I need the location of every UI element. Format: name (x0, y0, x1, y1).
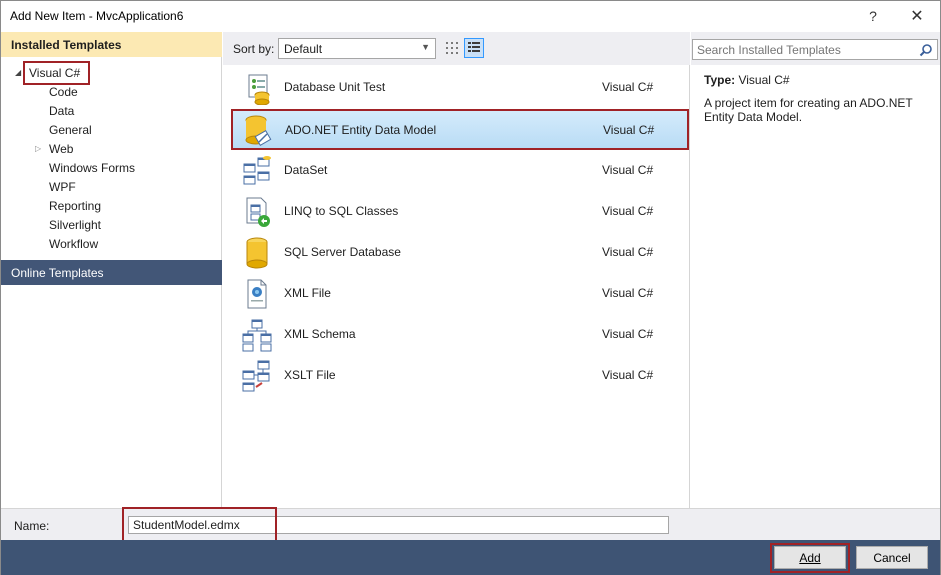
collapse-triangle-icon[interactable]: ◢ (15, 68, 21, 77)
xslt-file-icon (242, 360, 270, 392)
tree-item-label: Data (49, 104, 75, 118)
name-label: Name: (14, 519, 50, 533)
template-name: ADO.NET Entity Data Model (285, 123, 437, 137)
search-box[interactable] (692, 39, 938, 60)
template-item-sql-server-database[interactable]: SQL Server Database Visual C# (232, 233, 688, 272)
xml-file-icon (247, 279, 267, 309)
template-language: Visual C# (602, 80, 654, 94)
chevron-down-icon: ▼ (421, 42, 430, 52)
template-item-database-unit-test[interactable]: Database Unit Test Visual C# (232, 68, 688, 107)
template-name: XML File (284, 286, 331, 300)
add-button[interactable]: Add (774, 546, 846, 569)
template-language: Visual C# (602, 245, 654, 259)
template-language: Visual C# (602, 163, 654, 177)
type-label: Type: (704, 73, 736, 87)
template-details-panel: Type: Visual C# A project item for creat… (691, 65, 940, 508)
database-unit-test-icon (248, 74, 270, 105)
type-value: Visual C# (738, 73, 790, 87)
template-category-panel: Installed Templates ◢ Visual C# Code Dat… (1, 32, 222, 508)
tree-item-windows-forms[interactable]: Windows Forms (49, 161, 135, 179)
dataset-icon (243, 156, 271, 185)
tree-item-label: Workflow (49, 237, 99, 251)
tree-item-code[interactable]: Code (49, 85, 78, 103)
help-button[interactable]: ? (859, 5, 887, 27)
help-icon: ? (869, 8, 877, 24)
template-item-linq-to-sql-classes[interactable]: LINQ to SQL Classes Visual C# (232, 192, 688, 231)
expand-triangle-icon[interactable]: ▷ (35, 144, 41, 153)
xml-schema-icon (242, 319, 272, 352)
cancel-button-label: Cancel (873, 550, 911, 565)
sql-database-icon (246, 237, 268, 269)
close-icon: ✕ (910, 8, 924, 25)
search-input[interactable] (697, 42, 912, 57)
template-language: Visual C# (603, 123, 655, 137)
tree-item-label: Windows Forms (49, 161, 136, 175)
template-language: Visual C# (602, 204, 654, 218)
template-list: Database Unit Test Visual C# ADO.NET Ent… (226, 65, 690, 508)
cancel-button[interactable]: Cancel (856, 546, 928, 569)
title-bar: Add New Item - MvcApplication6 ? ✕ (1, 1, 940, 32)
medium-icons-view-button[interactable] (464, 38, 484, 58)
template-language: Visual C# (602, 368, 654, 382)
linq-to-sql-icon (246, 197, 270, 227)
add-new-item-dialog: Add New Item - MvcApplication6 ? ✕ Insta… (0, 0, 941, 575)
tree-item-label: Web (49, 142, 74, 156)
tree-item-workflow[interactable]: Workflow (49, 237, 98, 255)
template-name: XML Schema (284, 327, 356, 341)
sort-by-label: Sort by: (233, 42, 275, 56)
installed-templates-label: Installed Templates (11, 38, 122, 52)
sort-by-value: Default (284, 42, 323, 56)
online-templates-header[interactable]: Online Templates (1, 260, 222, 285)
small-icons-view-button[interactable] (442, 38, 462, 58)
template-language: Visual C# (602, 286, 654, 300)
template-item-ado-net-entity-data-model[interactable]: ADO.NET Entity Data Model Visual C# (231, 109, 689, 150)
tree-item-label: General (49, 123, 92, 137)
medium-icons-view-icon (468, 42, 480, 52)
dialog-button-bar: Add Cancel (1, 540, 940, 575)
entity-data-model-icon (245, 115, 272, 147)
tree-item-label: Code (49, 85, 78, 99)
tree-item-general[interactable]: General (49, 123, 92, 141)
template-item-xslt-file[interactable]: XSLT File Visual C# (232, 356, 688, 395)
search-icon[interactable] (919, 43, 933, 57)
highlight-box (122, 507, 277, 543)
name-bar: Name: (1, 507, 940, 543)
online-templates-label: Online Templates (11, 266, 104, 280)
template-name: DataSet (284, 163, 328, 177)
window-title: Add New Item - MvcApplication6 (10, 9, 184, 23)
template-item-xml-file[interactable]: XML File Visual C# (232, 274, 688, 313)
tree-item-label: WPF (49, 180, 76, 194)
tree-item-web[interactable]: ▷ Web (35, 142, 74, 160)
tree-item-wpf[interactable]: WPF (49, 180, 76, 198)
tree-item-label: Visual C# (29, 66, 81, 80)
sort-by-dropdown[interactable]: Default ▼ (278, 38, 436, 59)
template-item-dataset[interactable]: DataSet Visual C# (232, 151, 688, 190)
add-button-label: Add (799, 550, 821, 565)
tree-item-silverlight[interactable]: Silverlight (49, 218, 101, 236)
template-name: XSLT File (284, 368, 336, 382)
small-icons-view-icon (446, 42, 458, 54)
tree-item-label: Reporting (49, 199, 102, 213)
template-name: Database Unit Test (284, 80, 386, 94)
template-language: Visual C# (602, 327, 654, 341)
template-name: SQL Server Database (284, 245, 401, 259)
installed-templates-header[interactable]: Installed Templates (1, 32, 222, 57)
tree-item-data[interactable]: Data (49, 104, 74, 122)
template-description: A project item for creating an ADO.NET E… (704, 96, 913, 124)
tree-item-label: Silverlight (49, 218, 102, 232)
template-item-xml-schema[interactable]: XML Schema Visual C# (232, 315, 688, 354)
tree-item-reporting[interactable]: Reporting (49, 199, 101, 217)
sort-toolbar: Sort by: Default ▼ (223, 32, 690, 65)
type-line: Type: Visual C# (704, 73, 790, 87)
close-button[interactable]: ✕ (903, 5, 931, 27)
template-name: LINQ to SQL Classes (284, 204, 399, 218)
